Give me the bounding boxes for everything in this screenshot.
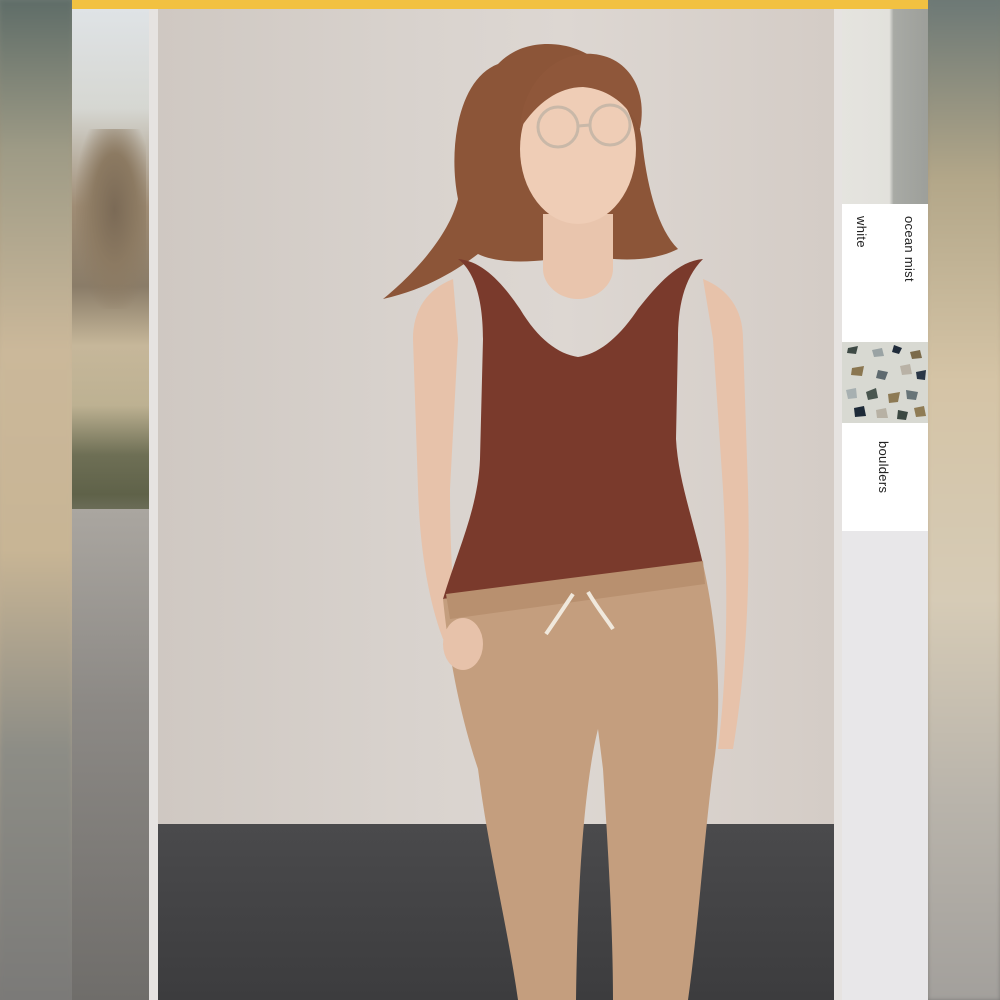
tree-image-region [76,129,146,309]
background-blur-right [928,0,1000,1000]
accent-top-bar [72,0,928,9]
swatch-card-ocean-mist-white[interactable]: ocean mist white [842,204,928,342]
swatch-label-ocean-mist: ocean mist [902,216,917,282]
background-blur-left [0,0,72,1000]
gallery-thumbnail-left[interactable] [72,9,149,1000]
swatch-column: ocean mist white boulders [842,9,928,1000]
product-gallery-frame: ocean mist white boulders [72,0,928,1000]
main-product-photo[interactable] [158,9,834,1000]
swatch-label-white: white [854,216,869,248]
gallery-thumbnail-right[interactable] [842,9,928,204]
path-image-region [72,509,149,1000]
swatch-card-boulders[interactable]: boulders [842,423,928,531]
model-figure [383,44,749,1000]
swatch-label-boulders: boulders [876,441,891,494]
terrazzo-swatch-icon[interactable] [842,342,928,423]
